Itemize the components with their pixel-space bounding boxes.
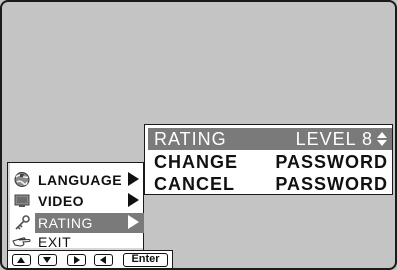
submenu-row-value: LEVEL 8 [296,128,388,150]
submenu-row-change-password[interactable]: CHANGE PASSWORD [148,151,392,173]
submenu-arrow-icon [128,193,139,207]
submenu-row-label: CHANGE [154,152,239,172]
remote-nav-bar: Enter [7,250,173,269]
menu-item-language[interactable]: LANGUAGE [8,169,145,190]
enter-button[interactable]: Enter [123,253,168,267]
submenu-arrow-icon [128,172,139,186]
main-setup-menu: LANGUAGE VIDEO RATING EXIT [7,162,144,250]
rating-submenu: RATING LEVEL 8 CHANGE PASSWORD CANCEL PA… [144,124,393,195]
up-down-arrows-icon [377,131,388,147]
submenu-row-label: RATING [154,129,227,149]
osd-screen: RATING LEVEL 8 CHANGE PASSWORD CANCEL PA… [0,0,397,270]
submenu-row-label: CANCEL [154,174,235,194]
submenu-row-value: PASSWORD [275,152,388,172]
down-arrow-icon[interactable] [38,254,57,266]
left-arrow-icon[interactable] [94,254,113,266]
globe-icon [11,171,33,188]
monitor-icon [11,192,33,209]
key-icon [11,214,33,231]
pointing-hand-icon [11,233,33,250]
submenu-row-value: PASSWORD [275,174,388,194]
submenu-arrow-icon [128,215,139,229]
menu-item-label: VIDEO [38,193,85,209]
menu-item-label: LANGUAGE [38,172,123,188]
menu-item-video[interactable]: VIDEO [8,190,145,211]
menu-item-label: RATING [38,215,93,231]
menu-item-label: EXIT [38,234,72,250]
submenu-row-cancel-password[interactable]: CANCEL PASSWORD [148,173,392,195]
rating-level-value: LEVEL 8 [295,129,373,149]
submenu-row-rating-level[interactable]: RATING LEVEL 8 [148,128,392,150]
right-arrow-icon[interactable] [67,254,86,266]
menu-item-rating[interactable]: RATING [8,212,145,233]
up-arrow-icon[interactable] [12,254,31,266]
